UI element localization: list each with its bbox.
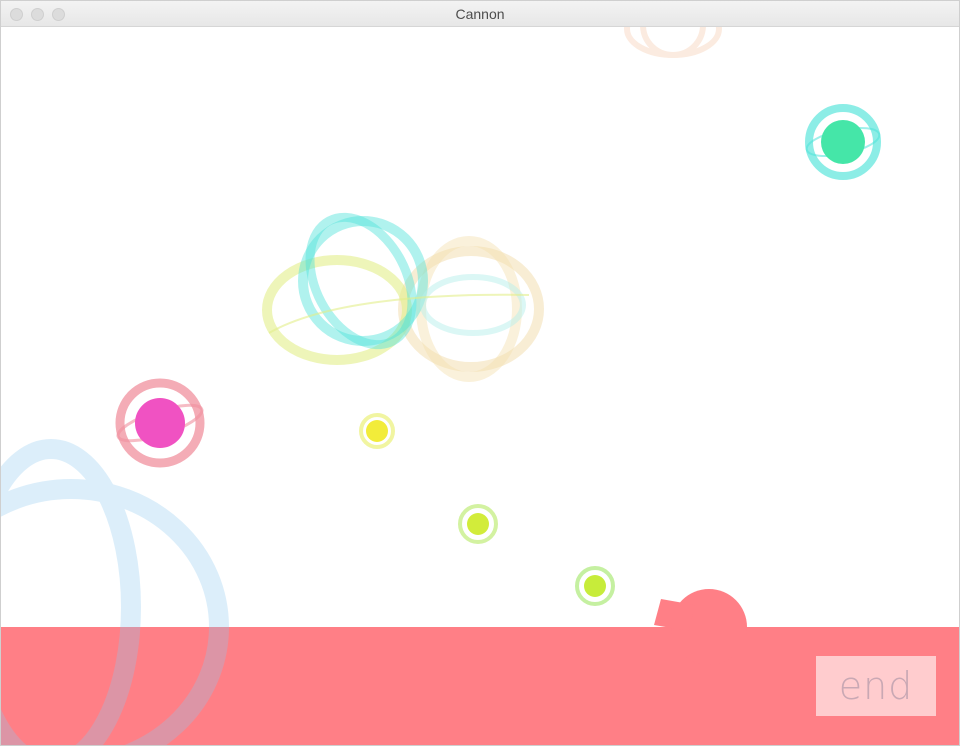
- game-window: Cannon end: [0, 0, 960, 746]
- yellow-ball-core: [366, 420, 388, 442]
- teal-target: [805, 104, 881, 180]
- title-bar: Cannon: [1, 1, 959, 27]
- zoom-window-button[interactable]: [52, 8, 65, 21]
- game-canvas[interactable]: end: [1, 27, 959, 745]
- lime-ball-1: [458, 504, 498, 544]
- magenta-target: [115, 378, 205, 468]
- end-button[interactable]: end: [816, 656, 936, 716]
- window-controls: [10, 8, 65, 21]
- lime-ball-2: [575, 566, 615, 606]
- lime-ball-1-core: [467, 513, 489, 535]
- window-title: Cannon: [455, 5, 505, 22]
- peach-ring: [624, 27, 722, 58]
- teal-target-core: [821, 120, 865, 164]
- minimize-window-button[interactable]: [31, 8, 44, 21]
- magenta-target-core: [135, 398, 185, 448]
- game-scene: [1, 27, 959, 745]
- end-button-label: end: [838, 664, 914, 708]
- lime-ball-2-core: [584, 575, 606, 597]
- ring-cluster: [262, 212, 544, 382]
- faint-aqua-ring: [420, 274, 526, 336]
- cream-ring-2: [416, 236, 522, 382]
- close-window-button[interactable]: [10, 8, 23, 21]
- yellow-ball: [359, 413, 395, 449]
